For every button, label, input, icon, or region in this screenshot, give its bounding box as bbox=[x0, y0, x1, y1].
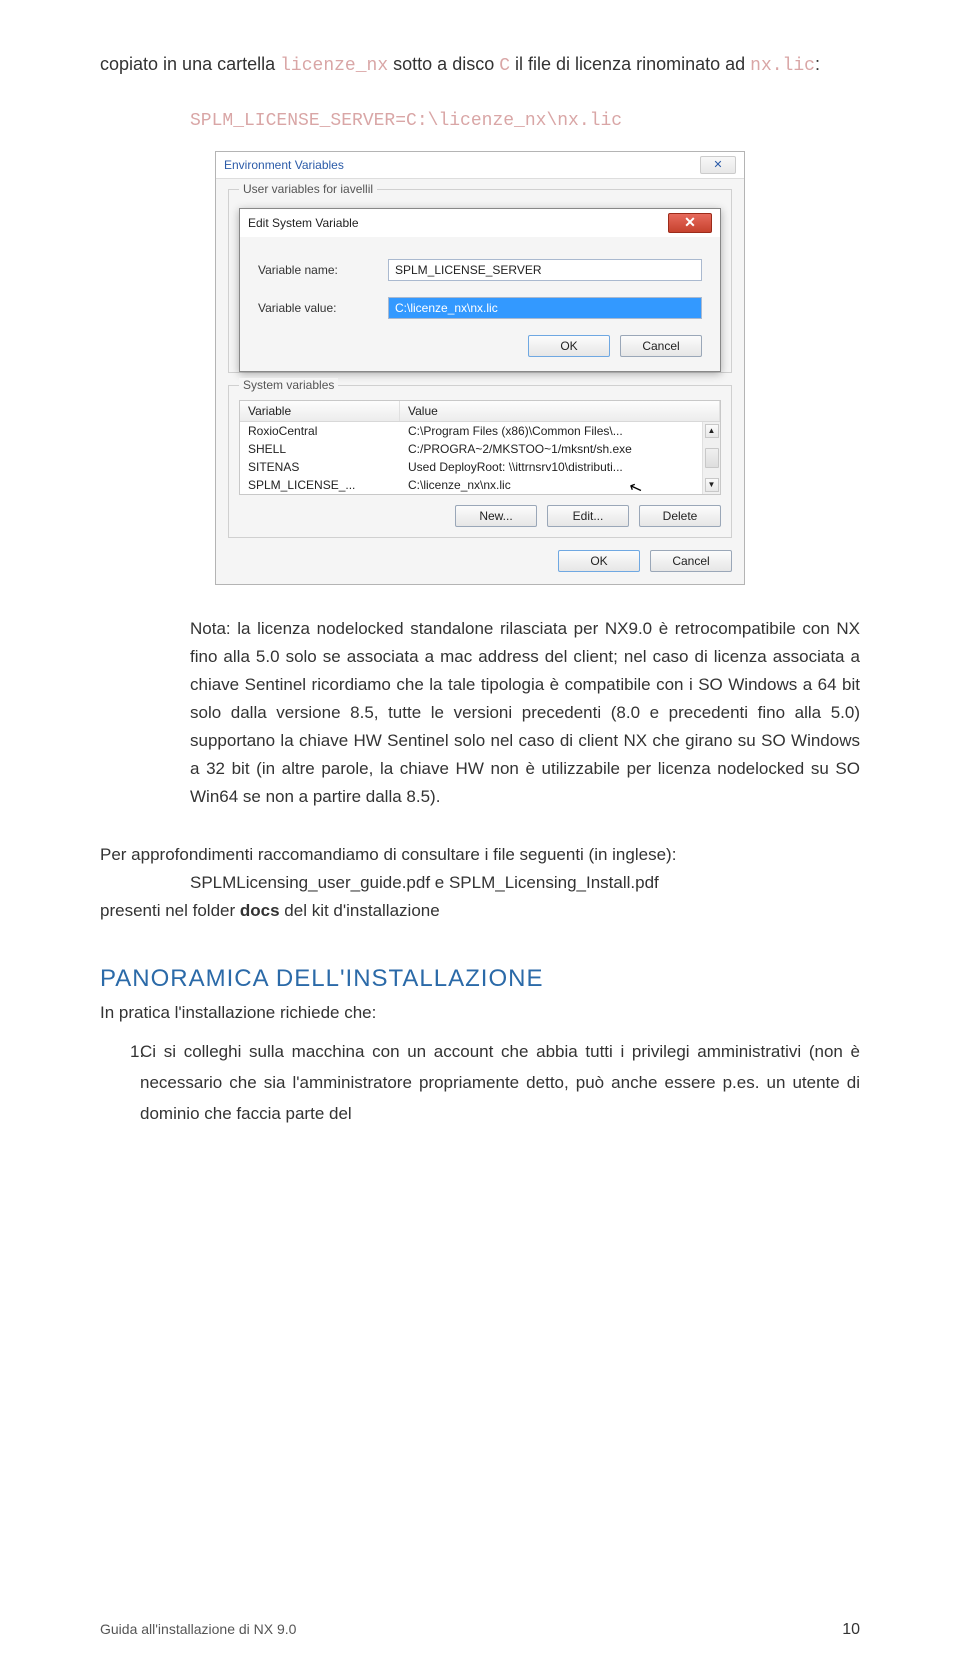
sys-table-head: Variable Value bbox=[240, 401, 720, 422]
page-number: 10 bbox=[842, 1621, 860, 1639]
cursor-icon: ↖ bbox=[626, 476, 645, 494]
scroll-down-icon[interactable]: ▼ bbox=[705, 478, 719, 492]
intro-drive: C bbox=[499, 56, 510, 76]
env-window-header: Environment Variables ✕ bbox=[216, 152, 744, 179]
close-icon[interactable]: ✕ bbox=[668, 213, 712, 233]
sys-var: SITENAS bbox=[240, 458, 400, 476]
cancel-button[interactable]: Cancel bbox=[650, 550, 732, 572]
scroll-up-icon[interactable]: ▲ bbox=[705, 424, 719, 438]
recommend-line: Per approfondimenti raccomandiamo di con… bbox=[100, 841, 860, 869]
env-window-body: User variables for iavellil Edit System … bbox=[216, 179, 744, 584]
edit-system-variable-dialog: Edit System Variable ✕ Variable name: SP… bbox=[239, 208, 721, 372]
variable-value-label: Variable value: bbox=[258, 301, 388, 315]
variable-value-input[interactable]: C:\licenze_nx\nx.lic bbox=[388, 297, 702, 319]
env-bottom-buttons: OK Cancel bbox=[228, 550, 732, 572]
intro-prefix: copiato in una cartella bbox=[100, 54, 280, 74]
variable-value-row: Variable value: C:\licenze_nx\nx.lic bbox=[258, 297, 702, 319]
page-footer: Guida all'installazione di NX 9.0 10 bbox=[100, 1621, 860, 1639]
system-variables-label: System variables bbox=[239, 378, 338, 392]
intro-folder: licenze_nx bbox=[280, 56, 388, 76]
panoramica-heading: PANORAMICA DELL'INSTALLAZIONE bbox=[100, 965, 860, 993]
recommend-files: SPLMLicensing_user_guide.pdf e SPLM_Lice… bbox=[190, 869, 860, 897]
sys-table-body: RoxioCentral C:\Program Files (x86)\Comm… bbox=[240, 422, 720, 494]
sys-val: C:/PROGRA~2/MKSTOO~1/mksnt/sh.exe bbox=[400, 440, 702, 458]
intro-mid1: sotto a disco bbox=[388, 54, 499, 74]
recommend-presence-bold: docs bbox=[240, 901, 280, 920]
recommend-presence: presenti nel folder docs del kit d'insta… bbox=[100, 897, 860, 925]
inner-dialog-title: Edit System Variable bbox=[248, 216, 359, 230]
recommend-presence-prefix: presenti nel folder bbox=[100, 901, 240, 920]
ok-button[interactable]: OK bbox=[558, 550, 640, 572]
system-variables-group: System variables Variable Value RoxioCen… bbox=[228, 385, 732, 538]
ok-button[interactable]: OK bbox=[528, 335, 610, 357]
inner-dialog-body: Variable name: SPLM_LICENSE_SERVER Varia… bbox=[240, 237, 720, 371]
sys-scrollbar[interactable]: ▲ ▼ bbox=[702, 422, 720, 494]
env-variables-window: Environment Variables ✕ User variables f… bbox=[215, 151, 745, 585]
inner-dialog-buttons: OK Cancel bbox=[258, 335, 702, 357]
close-icon[interactable]: ✕ bbox=[700, 156, 736, 174]
sys-col-variable[interactable]: Variable bbox=[240, 401, 400, 421]
sys-var-buttons: New... Edit... Delete bbox=[239, 505, 721, 527]
table-row[interactable]: SHELL C:/PROGRA~2/MKSTOO~1/mksnt/sh.exe bbox=[240, 440, 702, 458]
intro-colon: : bbox=[815, 54, 820, 74]
sys-var: SHELL bbox=[240, 440, 400, 458]
sys-val: Used DeployRoot: \\ittrnsrv10\distributi… bbox=[400, 458, 702, 476]
sys-val: C:\Program Files (x86)\Common Files\... bbox=[400, 422, 702, 440]
table-row[interactable]: SPLM_LICENSE_... C:\licenze_nx\nx.lic ↖ bbox=[240, 476, 702, 494]
intro-renamed: nx.lic bbox=[750, 56, 815, 76]
system-variables-table: Variable Value RoxioCentral C:\Program F… bbox=[239, 400, 721, 495]
edit-button[interactable]: Edit... bbox=[547, 505, 629, 527]
scroll-thumb[interactable] bbox=[705, 448, 719, 468]
recommend-presence-suffix: del kit d'installazione bbox=[280, 901, 440, 920]
variable-name-label: Variable name: bbox=[258, 263, 388, 277]
env-window-title: Environment Variables bbox=[224, 158, 344, 172]
variable-name-input[interactable]: SPLM_LICENSE_SERVER bbox=[388, 259, 702, 281]
footer-title: Guida all'installazione di NX 9.0 bbox=[100, 1621, 296, 1639]
variable-name-row: Variable name: SPLM_LICENSE_SERVER bbox=[258, 259, 702, 281]
inner-dialog-header: Edit System Variable ✕ bbox=[240, 209, 720, 237]
list-item: 1. Ci si colleghi sulla macchina con un … bbox=[100, 1037, 860, 1129]
intro-mid2: il file di licenza rinominato ad bbox=[510, 54, 750, 74]
intro-paragraph: copiato in una cartella licenze_nx sotto… bbox=[100, 50, 860, 81]
cancel-button[interactable]: Cancel bbox=[620, 335, 702, 357]
table-row[interactable]: SITENAS Used DeployRoot: \\ittrnsrv10\di… bbox=[240, 458, 702, 476]
user-variables-group: User variables for iavellil Edit System … bbox=[228, 189, 732, 373]
server-line: SPLM_LICENSE_SERVER=C:\licenze_nx\nx.lic bbox=[190, 111, 860, 131]
user-variables-label: User variables for iavellil bbox=[239, 182, 377, 196]
list-body: Ci si colleghi sulla macchina con un acc… bbox=[140, 1037, 860, 1129]
user-vars-empty-area bbox=[239, 198, 721, 208]
sys-var: RoxioCentral bbox=[240, 422, 400, 440]
list-number: 1. bbox=[100, 1037, 140, 1129]
sys-col-value[interactable]: Value bbox=[400, 401, 720, 421]
pratica-line: In pratica l'installazione richiede che: bbox=[100, 999, 860, 1027]
new-button[interactable]: New... bbox=[455, 505, 537, 527]
table-row[interactable]: RoxioCentral C:\Program Files (x86)\Comm… bbox=[240, 422, 702, 440]
delete-button[interactable]: Delete bbox=[639, 505, 721, 527]
sys-val: C:\licenze_nx\nx.lic ↖ bbox=[400, 476, 702, 494]
nota-paragraph: Nota: la licenza nodelocked standalone r… bbox=[190, 615, 860, 811]
sys-var: SPLM_LICENSE_... bbox=[240, 476, 400, 494]
sys-rows: RoxioCentral C:\Program Files (x86)\Comm… bbox=[240, 422, 702, 494]
